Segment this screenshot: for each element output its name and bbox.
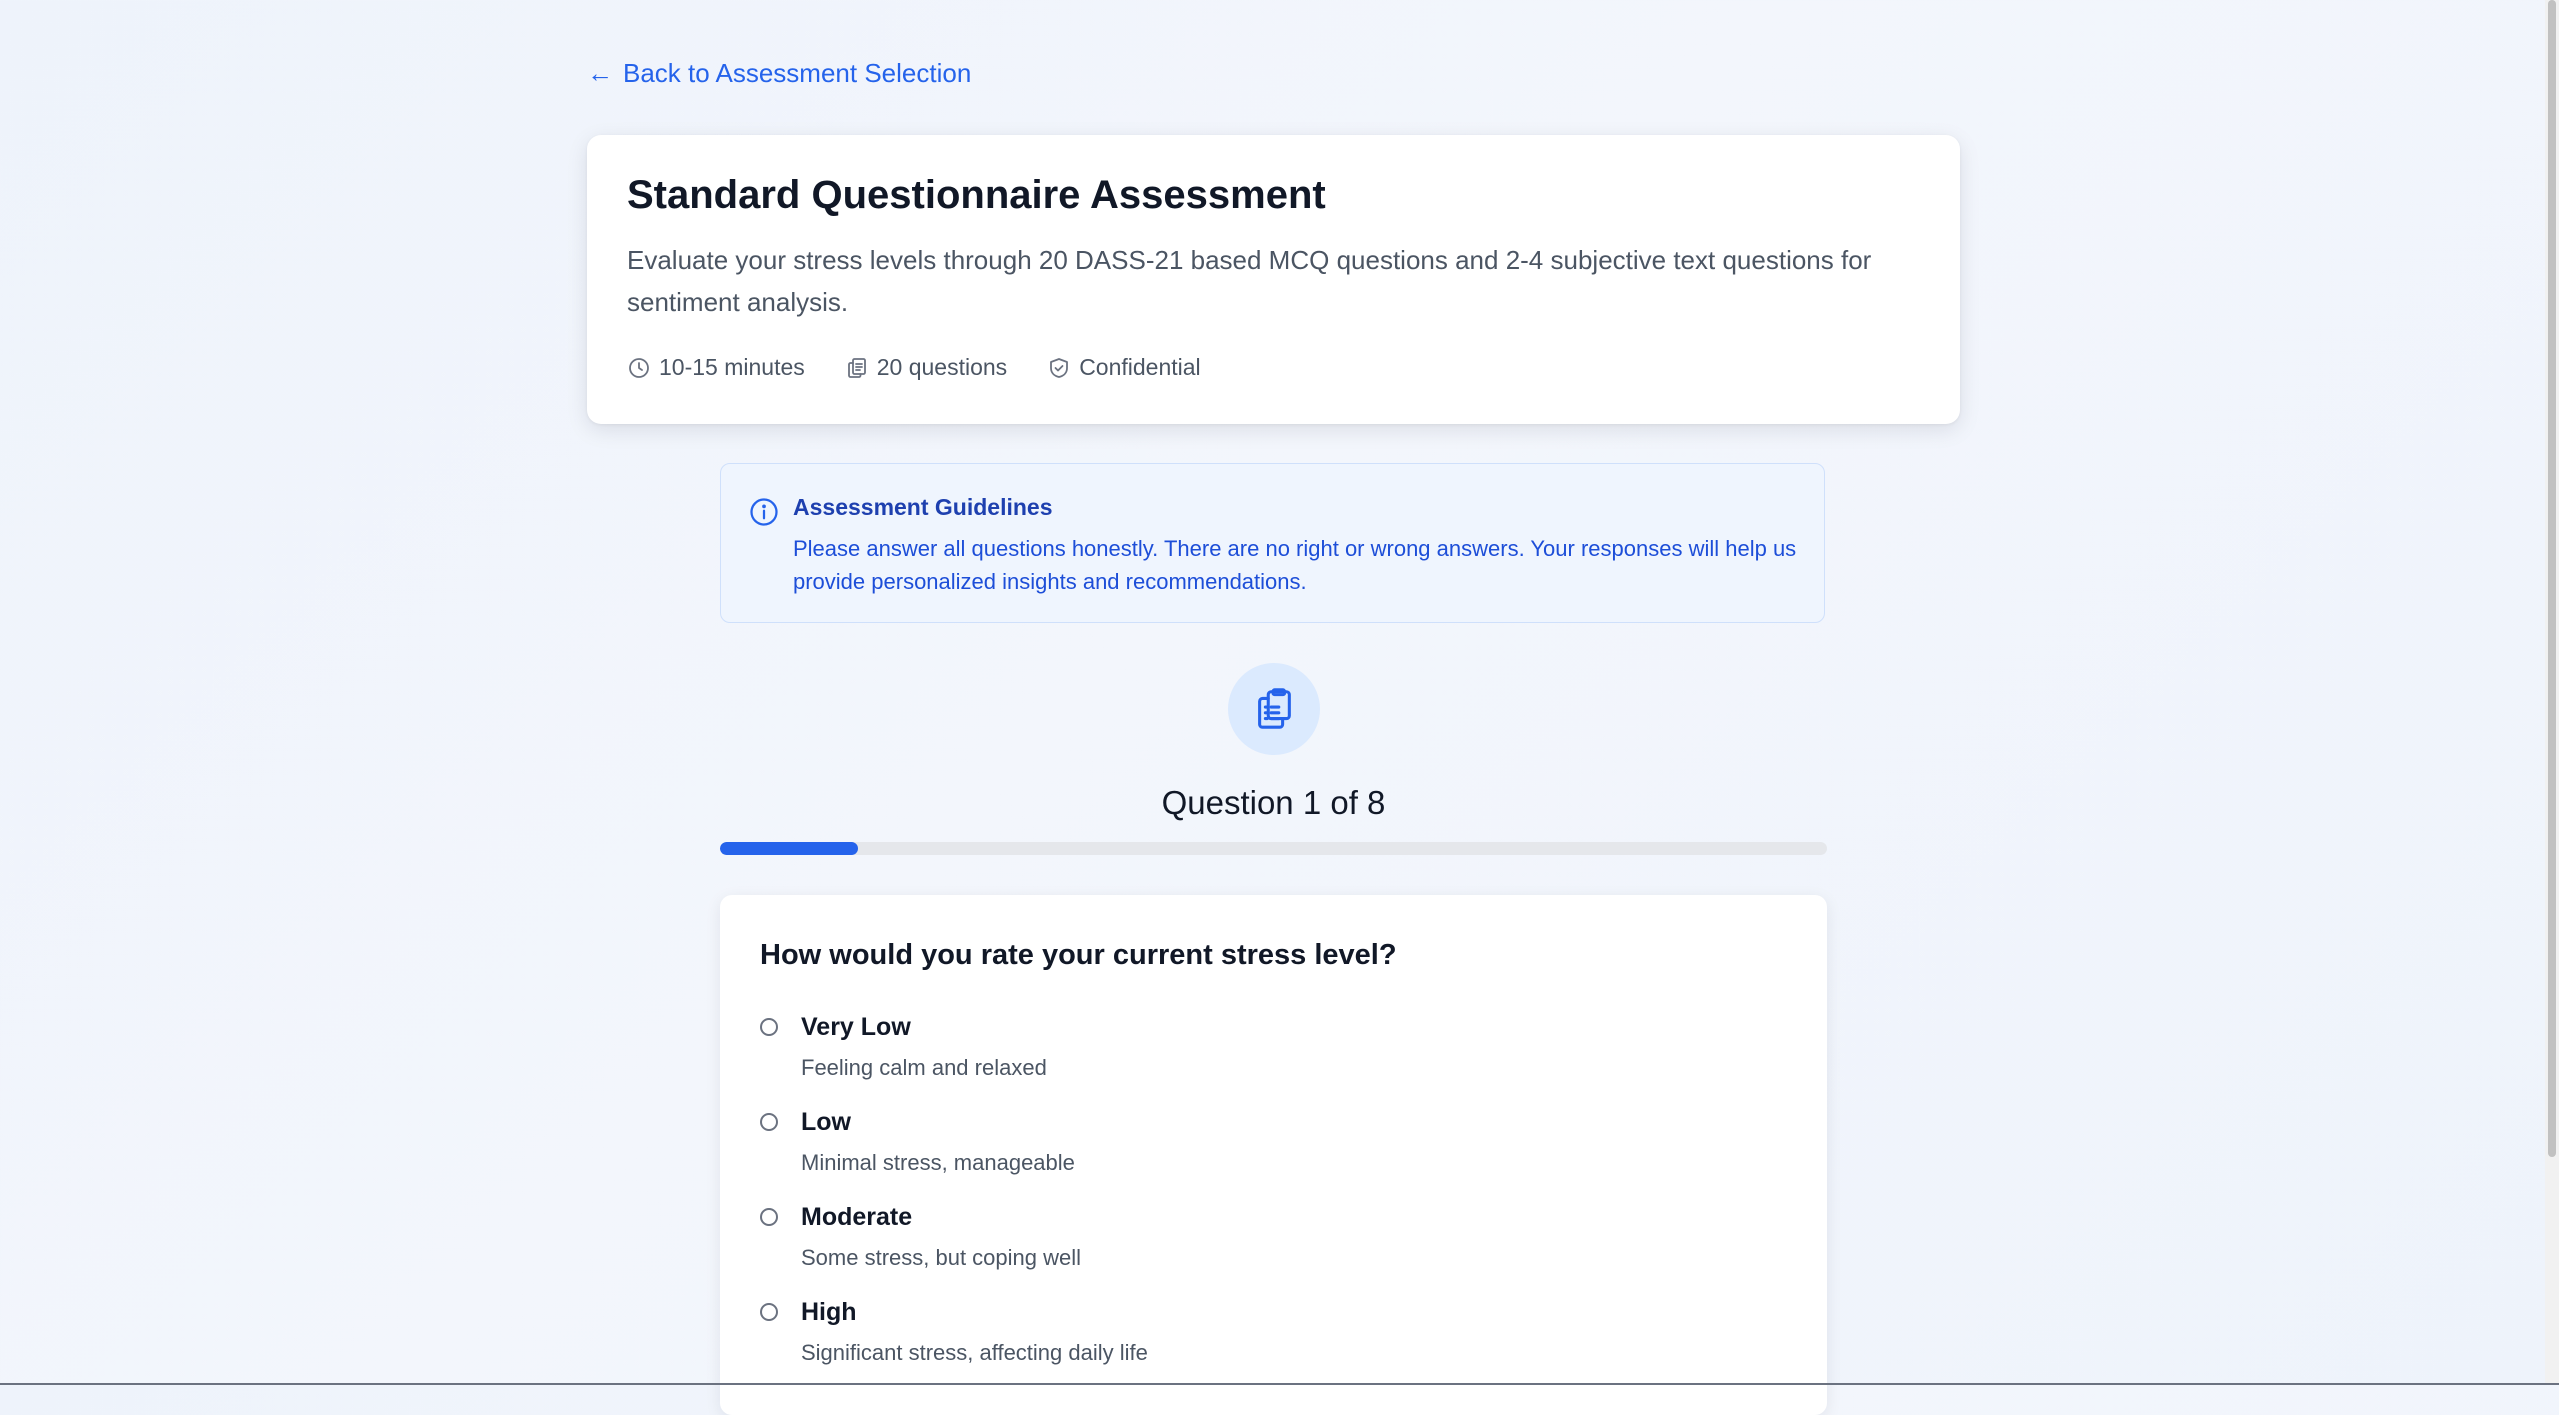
- clipboard-list-icon: [1258, 688, 1291, 729]
- radio-button[interactable]: [760, 1208, 778, 1226]
- option-label: High: [801, 1298, 857, 1326]
- meta-duration: 10-15 minutes: [627, 354, 805, 381]
- back-link-label: Back to Assessment Selection: [623, 58, 972, 88]
- shield-check-icon: [1050, 357, 1069, 378]
- option-description: Minimal stress, manageable: [801, 1150, 1075, 1175]
- radio-button[interactable]: [760, 1018, 778, 1036]
- page-title: Standard Questionnaire Assessment: [627, 173, 1326, 217]
- assessment-guidelines: Assessment Guidelines Please answer all …: [720, 463, 1825, 623]
- option-label: Low: [801, 1108, 851, 1136]
- document-copy-icon: [847, 357, 866, 378]
- page-scrollbar[interactable]: [2545, 0, 2559, 1385]
- progress-bar-fill: [720, 842, 859, 855]
- question-card: How would you rate your current stress l…: [720, 895, 1827, 1415]
- question-progress-label: Question 1 of 8: [1161, 784, 1386, 821]
- question-text: How would you rate your current stress l…: [760, 939, 1397, 971]
- questionnaire-badge: [1228, 663, 1320, 755]
- assessment-meta: 10-15 minutes 20 questions Confidential: [627, 354, 1201, 381]
- meta-duration-label: 10-15 minutes: [659, 354, 805, 380]
- scrollbar-thumb[interactable]: [2548, 0, 2556, 1157]
- meta-questions: 20 questions: [845, 354, 1007, 381]
- radio-button[interactable]: [760, 1303, 778, 1321]
- option-label: Very Low: [801, 1013, 911, 1041]
- clock-icon: [629, 357, 649, 378]
- option-description: Feeling calm and relaxed: [801, 1055, 1047, 1080]
- meta-privacy-label: Confidential: [1079, 354, 1201, 380]
- assessment-page: ← Back to Assessment Selection Standard …: [0, 0, 2545, 1415]
- back-to-selection-link[interactable]: ← Back to Assessment Selection: [587, 58, 971, 89]
- arrow-left-icon: ←: [587, 58, 613, 88]
- guidelines-text: Please answer all questions honestly. Th…: [793, 536, 1797, 594]
- progress-bar: [720, 842, 1827, 855]
- assessment-description: Evaluate your stress levels through 20 D…: [627, 245, 1872, 317]
- info-circle-icon: [750, 498, 778, 526]
- assessment-header-card: Standard Questionnaire Assessment Evalua…: [587, 135, 1960, 424]
- option-description: Some stress, but coping well: [801, 1245, 1082, 1270]
- option-label: Moderate: [801, 1203, 913, 1231]
- radio-button[interactable]: [760, 1113, 778, 1131]
- guidelines-title: Assessment Guidelines: [793, 494, 1053, 520]
- option-description: Significant stress, affecting daily life: [801, 1340, 1148, 1365]
- meta-privacy: Confidential: [1047, 354, 1201, 381]
- meta-questions-label: 20 questions: [876, 354, 1008, 380]
